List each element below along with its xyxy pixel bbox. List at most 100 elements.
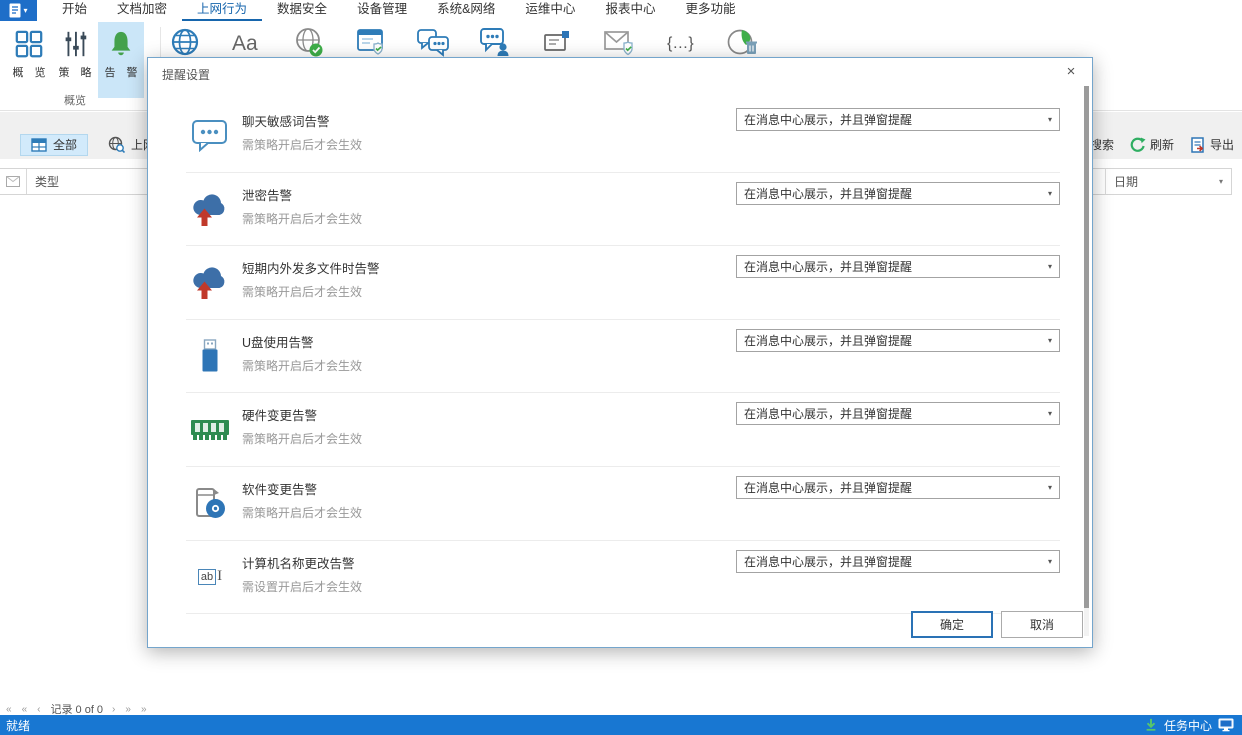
alert-subtitle: 需策略开启后才会生效 bbox=[242, 357, 362, 374]
svg-text:Aa: Aa bbox=[232, 32, 258, 55]
outgoing-files-icon bbox=[188, 264, 232, 300]
fast-next-button[interactable]: » bbox=[125, 704, 132, 715]
font-icon: Aa bbox=[230, 26, 264, 58]
website-allow-button[interactable] bbox=[291, 24, 327, 60]
ribbon-group-label: 概览 bbox=[0, 92, 150, 108]
ok-button[interactable]: 确定 bbox=[911, 611, 993, 638]
tab-all[interactable]: 全部 bbox=[20, 134, 88, 156]
app-menu-button[interactable]: ▾ bbox=[0, 0, 37, 21]
date-column-header[interactable]: 日期 ▾ bbox=[1105, 169, 1231, 194]
ribbon-icon-strip: Aa bbox=[167, 24, 761, 60]
fast-prev-button[interactable]: « bbox=[22, 704, 29, 715]
tab-label: 全部 bbox=[53, 136, 77, 153]
alert-title: 软件变更告警 bbox=[242, 479, 317, 498]
date-column-label: 日期 bbox=[1114, 173, 1138, 190]
mail-monitor-button[interactable] bbox=[539, 24, 575, 60]
alert-mode-select[interactable]: 在消息中心展示，并且弹窗提醒 ▾ bbox=[736, 476, 1060, 499]
list-item-chat-sensitive-alert: 聊天敏感词告警 需策略开启后才会生效 在消息中心展示，并且弹窗提醒 ▾ bbox=[186, 99, 1060, 173]
last-page-button[interactable]: » bbox=[141, 704, 148, 715]
menu-item-doc-encryption[interactable]: 文档加密 bbox=[102, 0, 182, 21]
list-item-usb-alert: U盘使用告警 需策略开启后才会生效 在消息中心展示，并且弹窗提醒 ▾ bbox=[186, 320, 1060, 394]
svg-text:{…}: {…} bbox=[667, 35, 694, 52]
alert-mode-select[interactable]: 在消息中心展示，并且弹窗提醒 ▾ bbox=[736, 182, 1060, 205]
browser-shield-icon bbox=[355, 26, 387, 58]
prev-page-button[interactable]: ‹ bbox=[37, 704, 41, 715]
sliders-icon bbox=[60, 29, 90, 59]
refresh-button[interactable]: 刷新 bbox=[1130, 136, 1174, 153]
chat-bubbles-icon bbox=[416, 26, 450, 58]
ribbon-button-overview[interactable]: 概 览 bbox=[6, 22, 52, 98]
ribbon-button-alert[interactable]: 告 警 bbox=[98, 22, 144, 98]
custom-protocol-button[interactable]: {…} bbox=[663, 24, 699, 60]
alert-mode-select[interactable]: 在消息中心展示，并且弹窗提醒 ▾ bbox=[736, 329, 1060, 352]
task-center-button[interactable]: 任务中心 bbox=[1144, 717, 1234, 734]
scrollbar-thumb[interactable] bbox=[1084, 86, 1089, 608]
menu-item-start[interactable]: 开始 bbox=[47, 0, 102, 21]
software-disc-icon bbox=[188, 485, 232, 521]
alert-title: 聊天敏感词告警 bbox=[242, 111, 330, 130]
globe-check-icon bbox=[293, 26, 325, 58]
web-browse-button[interactable] bbox=[167, 24, 203, 60]
rename-icon: abI bbox=[188, 569, 232, 585]
alert-mode-select[interactable]: 在消息中心展示，并且弹窗提醒 ▾ bbox=[736, 108, 1060, 131]
chevron-down-icon: ▾ bbox=[1048, 189, 1052, 198]
menu-item-web-behavior[interactable]: 上网行为 bbox=[182, 0, 262, 21]
export-icon bbox=[1190, 137, 1206, 153]
chevron-down-icon: ▾ bbox=[1048, 557, 1052, 566]
alert-mode-select[interactable]: 在消息中心展示，并且弹窗提醒 ▾ bbox=[736, 255, 1060, 278]
refresh-icon bbox=[1130, 137, 1146, 153]
dialog-footer: 确定 取消 bbox=[911, 611, 1083, 638]
mail-control-button[interactable] bbox=[601, 24, 637, 60]
ribbon-button-policy[interactable]: 策 略 bbox=[52, 22, 98, 98]
menu-item-system-network[interactable]: 系统&网络 bbox=[422, 0, 510, 21]
close-icon[interactable]: × bbox=[1060, 62, 1082, 82]
browser-control-button[interactable] bbox=[353, 24, 389, 60]
alert-bell-icon bbox=[106, 29, 136, 59]
table-icon bbox=[31, 138, 47, 152]
reminder-settings-dialog: 提醒设置 × 聊天敏感词告警 需策略开启后才会生效 在消息中心展示，并且弹窗提醒… bbox=[147, 57, 1093, 648]
select-value: 在消息中心展示，并且弹窗提醒 bbox=[744, 405, 912, 422]
first-page-button[interactable]: « bbox=[6, 704, 13, 715]
chevron-down-icon: ▾ bbox=[1219, 177, 1223, 186]
menu-items: 开始 文档加密 上网行为 数据安全 设备管理 系统&网络 运维中心 报表中心 更… bbox=[47, 0, 750, 21]
statusbar: 就绪 任务中心 bbox=[0, 715, 1242, 735]
cancel-button[interactable]: 取消 bbox=[1001, 611, 1083, 638]
chat-person-icon bbox=[478, 26, 512, 58]
select-value: 在消息中心展示，并且弹窗提醒 bbox=[744, 553, 912, 570]
traffic-clean-button[interactable] bbox=[725, 24, 761, 60]
alert-title: 短期内外发多文件时告警 bbox=[242, 258, 380, 277]
im-monitor-button[interactable] bbox=[415, 24, 451, 60]
menu-item-device-mgmt[interactable]: 设备管理 bbox=[342, 0, 422, 21]
menu-item-more[interactable]: 更多功能 bbox=[670, 0, 750, 21]
alert-title: 计算机名称更改告警 bbox=[242, 553, 355, 572]
leak-cloud-icon bbox=[188, 191, 232, 227]
next-page-button[interactable]: › bbox=[112, 704, 116, 715]
chat-sensitive-icon bbox=[188, 118, 232, 152]
icon-column-header[interactable] bbox=[0, 169, 27, 194]
mail-icon bbox=[541, 26, 573, 58]
globe-search-icon bbox=[108, 136, 125, 153]
alert-mode-select[interactable]: 在消息中心展示，并且弹窗提醒 ▾ bbox=[736, 550, 1060, 573]
im-account-button[interactable] bbox=[477, 24, 513, 60]
menu-item-report-center[interactable]: 报表中心 bbox=[590, 0, 670, 21]
alert-subtitle: 需设置开启后才会生效 bbox=[242, 578, 362, 595]
select-value: 在消息中心展示，并且弹窗提醒 bbox=[744, 185, 912, 202]
chevron-down-icon: ▾ bbox=[1048, 262, 1052, 271]
menu-item-data-security[interactable]: 数据安全 bbox=[262, 0, 342, 21]
keyword-button[interactable]: Aa bbox=[229, 24, 265, 60]
dialog-scrollbar[interactable] bbox=[1084, 86, 1089, 636]
usb-drive-icon bbox=[188, 338, 232, 374]
list-item-hardware-alert: 硬件变更告警 需策略开启后才会生效 在消息中心展示，并且弹窗提醒 ▾ bbox=[186, 393, 1060, 467]
action-label: 导出 bbox=[1210, 136, 1234, 153]
alert-mode-select[interactable]: 在消息中心展示，并且弹窗提醒 ▾ bbox=[736, 402, 1060, 425]
menu-item-ops-center[interactable]: 运维中心 bbox=[510, 0, 590, 21]
alert-subtitle: 需策略开启后才会生效 bbox=[242, 210, 362, 227]
alert-title: 硬件变更告警 bbox=[242, 405, 317, 424]
action-label: 搜索 bbox=[1090, 136, 1114, 153]
list-item-computer-rename-alert: abI 计算机名称更改告警 需设置开启后才会生效 在消息中心展示，并且弹窗提醒 … bbox=[186, 541, 1060, 615]
chevron-down-icon: ▾ bbox=[1048, 409, 1052, 418]
export-button[interactable]: 导出 bbox=[1190, 136, 1234, 153]
ribbon-button-label: 策 略 bbox=[58, 64, 95, 80]
alert-subtitle: 需策略开启后才会生效 bbox=[242, 430, 362, 447]
alert-title: 泄密告警 bbox=[242, 185, 292, 204]
